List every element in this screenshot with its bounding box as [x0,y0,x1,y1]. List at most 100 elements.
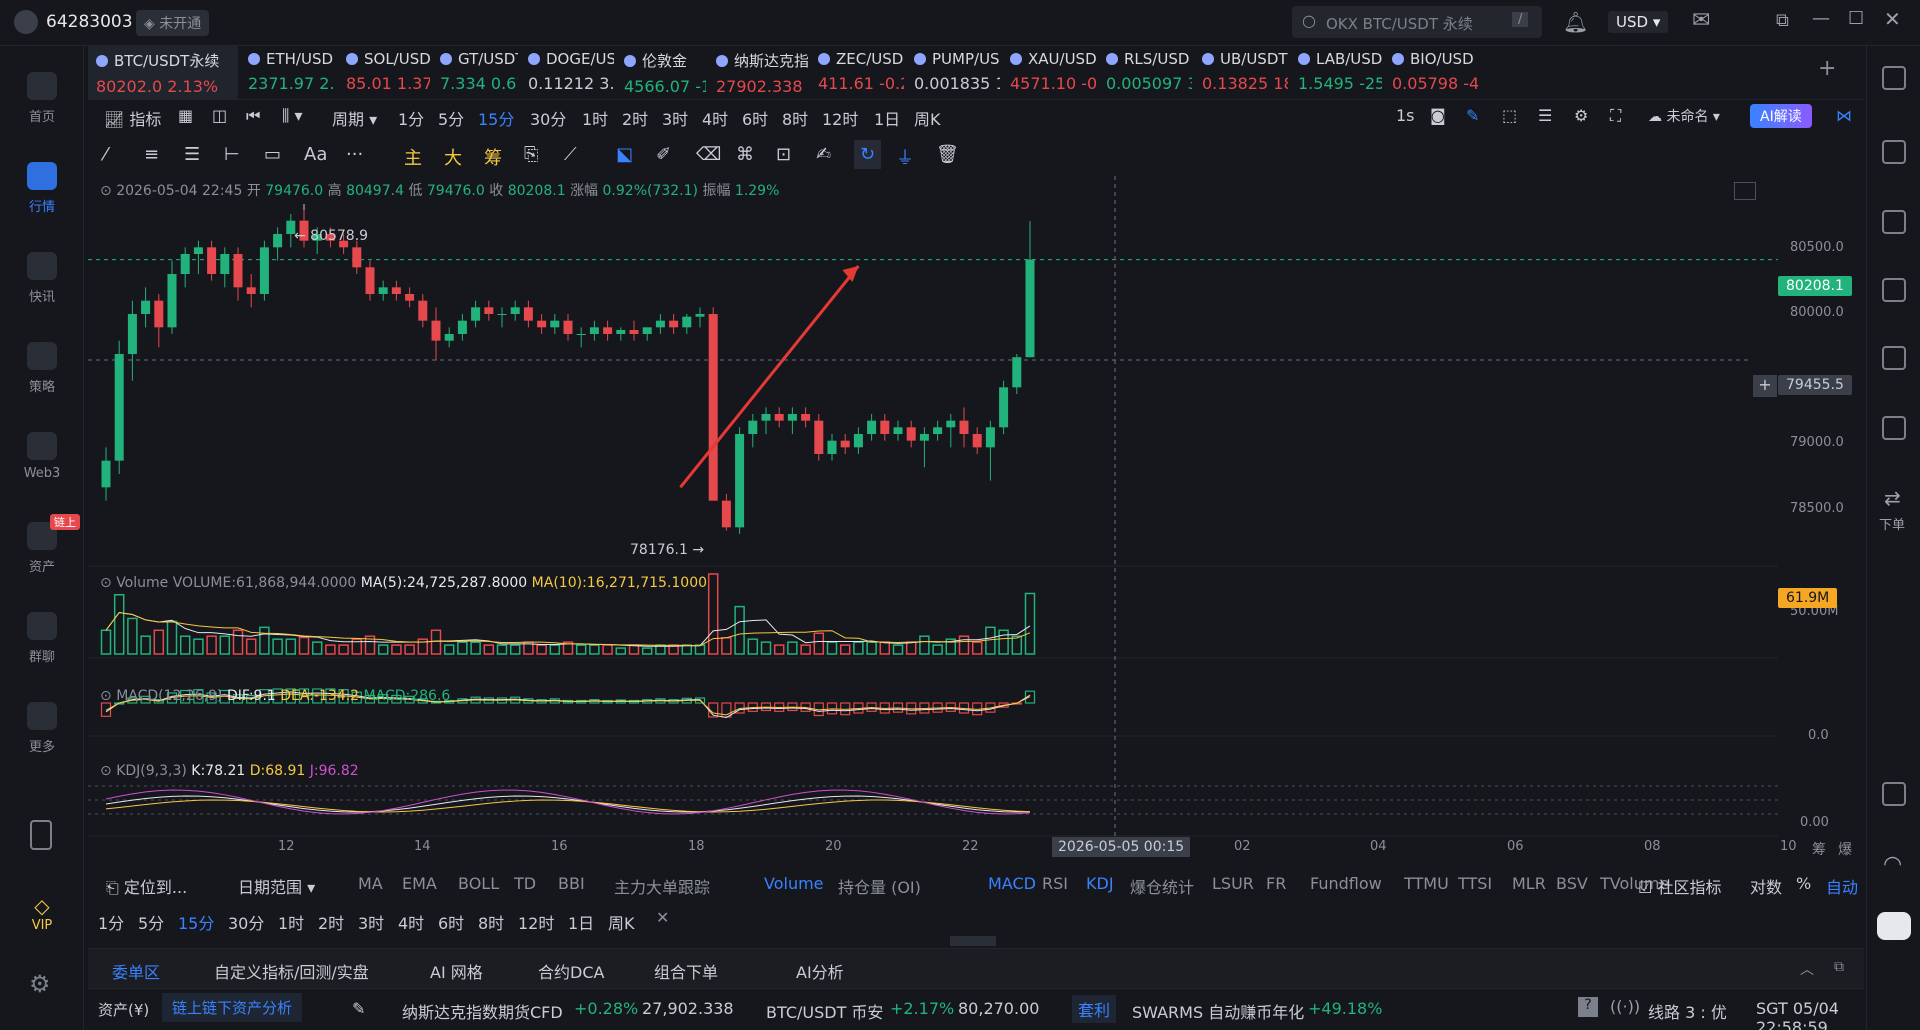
bottom-tab[interactable]: 合约DCA [538,959,604,983]
ticker-tab[interactable]: PUMP/US 0.001835 1. [906,46,1000,100]
ticker2-name[interactable]: BTC/USDT 币安 [766,999,883,1023]
bell-icon[interactable]: 🔔︎ [1563,10,1588,34]
account-badge[interactable]: ◈ 未开通 [136,10,210,36]
list-lines-icon[interactable]: ☰ [1538,106,1552,125]
bottom-tab[interactable]: 自定义指标/回测/实盘 [214,959,369,983]
phone-icon[interactable] [30,820,52,850]
main-indicator[interactable]: BOLL [458,874,499,893]
ticker-tab[interactable]: RLS/USD 0.005097 3. [1098,46,1192,100]
ai-analyze-button[interactable]: AI解读 [1750,104,1812,128]
ticker-tab[interactable]: BIO/USD 0.05798 -4. [1384,46,1480,100]
layout-icon[interactable]: ◫ [212,106,227,125]
filter-icon[interactable]: ⏚ [896,144,914,170]
interval-tab[interactable]: 2时 [622,106,648,130]
main-indicator[interactable]: BBI [558,874,585,893]
line-status[interactable]: 线路 3 : 优 [1648,999,1727,1023]
interval-tab[interactable]: 6时 [742,106,768,130]
interval-tab[interactable]: 12时 [822,106,858,130]
brush-icon[interactable]: ✐ [656,144,671,165]
interval-tab[interactable]: 30分 [530,106,566,130]
big-order-tool[interactable]: 大 [444,144,462,170]
panel-layout-icon[interactable] [1882,782,1906,806]
interval-option[interactable]: 1分 [98,910,124,934]
collapse-icon[interactable]: ⊙ [100,763,116,779]
speed-label[interactable]: 1s [1396,106,1415,125]
ticker-tab[interactable]: SOL/USD 85.01 1.37% [338,46,430,100]
channel-icon[interactable]: ≡ [144,144,159,165]
dollar-icon[interactable] [1882,210,1906,234]
sub-indicator[interactable]: FR [1266,874,1286,893]
help-icon[interactable]: ? [1578,997,1598,1017]
interval-option[interactable]: 8时 [478,910,504,934]
interval-option[interactable]: 12时 [518,910,554,934]
text-tool-icon[interactable]: Aa [304,144,327,165]
camera-icon[interactable]: ◙ [1430,106,1446,125]
ticker-tab[interactable]: ZEC/USD 411.61 -0.2 [810,46,904,100]
interval-option[interactable]: 3时 [358,910,384,934]
edit-icon[interactable]: ✍ [816,144,831,165]
edit-icon[interactable]: ✎ [352,999,365,1018]
bottom-tab[interactable]: AI分析 [796,959,844,983]
currency-select[interactable]: USD ▾ [1608,11,1669,33]
indicators-button[interactable]: 📈︎ 指标 [104,106,161,130]
vip-button[interactable]: ◇ VIP [0,894,84,933]
sidebar-item-web3[interactable]: Web3 [0,432,84,481]
interval-tab[interactable]: 15分 [478,106,514,130]
interval-tab[interactable]: 8时 [782,106,808,130]
sub-indicator[interactable]: LSUR [1212,874,1254,893]
fullscreen-icon[interactable]: ⛶ [1610,106,1621,126]
ticker-tab[interactable]: 纳斯达克指数 27902.338 0.28 [708,46,808,100]
share-icon[interactable]: ⋈ [1836,106,1852,125]
interval-tab[interactable]: 5分 [438,106,464,130]
candle-type-icon[interactable]: ⫼ ▾ [282,106,302,126]
chip-axis-label[interactable]: 筹 [1812,839,1826,859]
chip-tool[interactable]: 筹 [484,144,502,170]
sub-indicator[interactable]: KDJ [1086,874,1114,893]
maximize-icon[interactable]: ☐ [1848,8,1864,29]
calendar-icon[interactable]: ▦ [178,106,193,125]
sidebar-item-more[interactable]: 更多 [0,702,84,755]
crosshair-plus-icon[interactable]: + [1753,375,1777,397]
assistant-bot-icon[interactable] [1877,912,1911,940]
sub-indicator[interactable]: 持仓量 (OI) [838,874,921,898]
bottom-tab[interactable]: AI 网格 [430,959,483,983]
trash-icon[interactable]: 🗑︎ [936,144,959,165]
sub-indicator[interactable]: MACD [988,874,1036,893]
interval-option[interactable]: 5分 [138,910,164,934]
sidebar-item-home[interactable]: 首页 [0,72,84,125]
ticker-tab[interactable]: 伦敦金 4566.07 -1.02% [616,46,706,100]
main-indicator[interactable]: MA [358,874,383,893]
magnet-icon[interactable]: ↻ [854,140,882,169]
sub-indicator[interactable]: 爆仓统计 [1130,874,1194,898]
interval-option[interactable]: 6时 [438,910,464,934]
sub-indicator[interactable]: TTMU [1404,874,1449,893]
ruler-icon[interactable]: ⟋ [564,144,577,165]
ticker1-name[interactable]: 纳斯达克指数期货CFD [402,999,563,1023]
order-icon[interactable]: ⇄ [1884,486,1901,510]
sidebar-item-news[interactable]: 快讯 [0,252,84,305]
interval-option[interactable]: 15分 [178,910,214,934]
interval-tab[interactable]: 周K [914,106,941,130]
collapse-panel-handle[interactable] [950,936,996,946]
sub-indicator[interactable]: TTSI [1458,874,1492,893]
interval-tab[interactable]: 1分 [398,106,424,130]
mail-icon[interactable]: ✉ [1692,8,1710,33]
bottom-tab[interactable]: 委单区 [112,959,160,983]
interval-tab[interactable]: 3时 [662,106,688,130]
interval-option[interactable]: 周K [608,910,635,934]
promo-text[interactable]: SWARMS 自动赚币年化 [1132,999,1304,1023]
arbitrage-badge[interactable]: 套利 [1072,995,1117,1023]
interval-tab[interactable]: 1日 [874,106,900,130]
period-select[interactable]: 周期 ▾ [332,106,377,130]
search-box[interactable]: ○ OKX BTC/USDT 永续 / [1292,6,1542,38]
measure-icon[interactable]: ⎘ [524,144,538,165]
interval-option[interactable]: 4时 [398,910,424,934]
sidebar-item-market[interactable]: 行情 [0,162,84,215]
community-indicators[interactable]: ☑ 社区指标 [1638,874,1721,898]
depth-chart-icon[interactable] [1882,278,1906,302]
ticker-tab[interactable]: LAB/USD 1.5495 -25. [1290,46,1382,100]
ticker-tab[interactable]: ETH/USD 2371.97 2.1 [240,46,336,100]
auto-scale-toggle[interactable]: 自动 [1826,874,1858,898]
ticker-tab[interactable]: GT/USDT 7.334 0.67% [432,46,518,100]
interval-tab[interactable]: 1时 [582,106,608,130]
